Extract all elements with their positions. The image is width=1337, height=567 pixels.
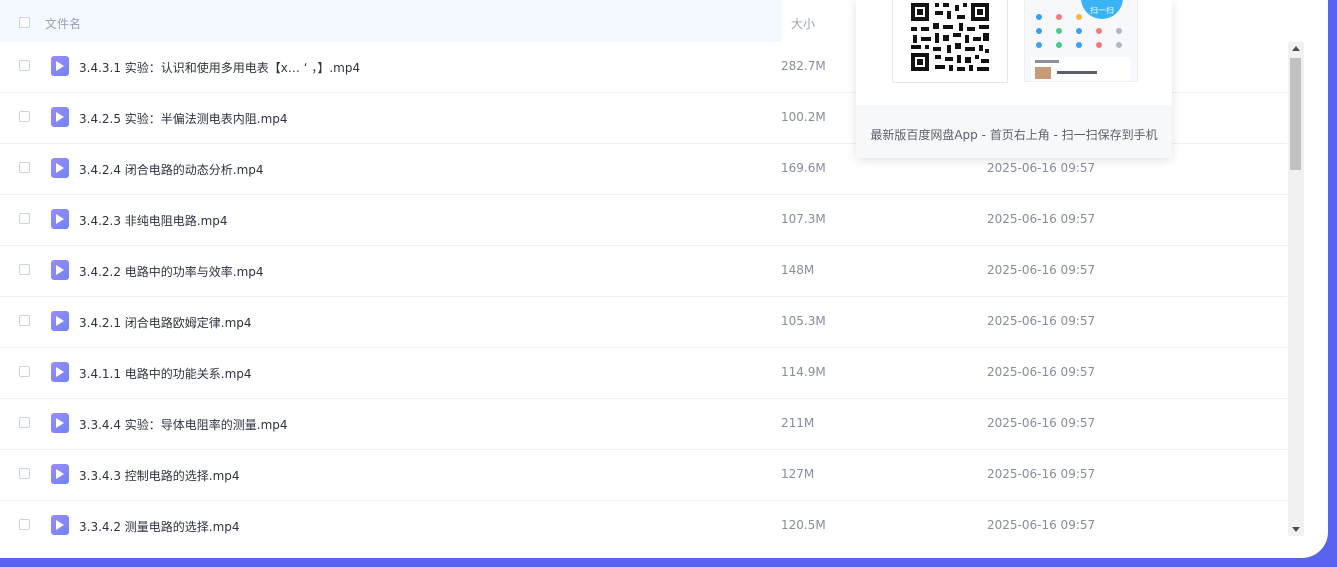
scrollbar-thumb[interactable] [1290, 58, 1301, 170]
select-all-checkbox[interactable] [19, 17, 30, 28]
video-file-icon [51, 56, 69, 76]
file-row[interactable]: 3.3.4.3 控制电路的选择.mp4 127M 2025-06-16 09:5… [0, 450, 1287, 501]
video-file-icon [51, 209, 69, 229]
file-size: 105.3M [781, 314, 826, 328]
file-date: 2025-06-16 09:57 [987, 365, 1096, 379]
popup-footer: 最新版百度网盘App - 首页右上角 - 扫一扫保存到手机 [856, 105, 1172, 158]
video-file-icon [51, 362, 69, 382]
file-date: 2025-06-16 09:57 [987, 467, 1096, 481]
file-name[interactable]: 3.4.3.1 实验：认识和使用多用电表【x… ‘ ，】.mp4 [79, 59, 360, 76]
file-row[interactable]: 3.4.2.3 非纯电阻电路.mp4 107.3M 2025-06-16 09:… [0, 195, 1287, 246]
file-row[interactable]: 3.3.4.2 测量电路的选择.mp4 120.5M 2025-06-16 09… [0, 501, 1287, 551]
scroll-down-arrow-icon[interactable] [1292, 527, 1300, 532]
file-name[interactable]: 3.4.2.2 电路中的功率与效率.mp4 [79, 263, 264, 280]
scroll-up-arrow-icon[interactable] [1292, 46, 1300, 51]
file-name[interactable]: 3.3.4.4 实验：导体电阻率的测量.mp4 [79, 416, 288, 433]
file-name[interactable]: 3.4.2.3 非纯电阻电路.mp4 [79, 212, 228, 229]
vertical-scrollbar[interactable] [1288, 42, 1304, 536]
row-checkbox[interactable] [19, 60, 30, 71]
file-size: 282.7M [781, 59, 826, 73]
file-size: 127M [781, 467, 815, 481]
file-name[interactable]: 3.4.2.1 闭合电路欧姆定律.mp4 [79, 314, 252, 331]
file-name[interactable]: 3.4.1.1 电路中的功能关系.mp4 [79, 365, 252, 382]
file-size: 169.6M [781, 161, 826, 175]
column-header-name[interactable]: 文件名 [45, 15, 81, 32]
file-row[interactable]: 3.3.4.4 实验：导体电阻率的测量.mp4 211M 2025-06-16 … [0, 399, 1287, 450]
file-size: 114.9M [781, 365, 826, 379]
video-file-icon [51, 515, 69, 535]
video-file-icon [51, 464, 69, 484]
app-preview-image: 扫一扫 [1024, 0, 1138, 82]
file-size: 100.2M [781, 110, 826, 124]
file-size: 120.5M [781, 518, 826, 532]
row-checkbox[interactable] [19, 315, 30, 326]
file-date: 2025-06-16 09:57 [987, 263, 1096, 277]
file-row[interactable]: 3.4.2.2 电路中的功率与效率.mp4 148M 2025-06-16 09… [0, 246, 1287, 297]
file-name[interactable]: 3.3.4.3 控制电路的选择.mp4 [79, 467, 240, 484]
file-date: 2025-06-16 09:57 [987, 416, 1096, 430]
qr-code [892, 0, 1008, 83]
file-size: 211M [781, 416, 815, 430]
file-size: 148M [781, 263, 815, 277]
row-checkbox[interactable] [19, 264, 30, 275]
file-list-panel: 文件名 大小 3.4.3.1 实验：认识和使用多用电表【x… ‘ ，】.mp4 … [0, 0, 1328, 558]
row-checkbox[interactable] [19, 162, 30, 173]
row-checkbox[interactable] [19, 417, 30, 428]
video-file-icon [51, 311, 69, 331]
row-checkbox[interactable] [19, 213, 30, 224]
popup-instruction-text: 最新版百度网盘App - 首页右上角 - 扫一扫保存到手机 [870, 128, 1158, 142]
file-name[interactable]: 3.4.2.5 实验：半偏法测电表内阻.mp4 [79, 110, 288, 127]
row-checkbox[interactable] [19, 468, 30, 479]
file-date: 2025-06-16 09:57 [987, 314, 1096, 328]
video-file-icon [51, 158, 69, 178]
video-file-icon [51, 260, 69, 280]
file-date: 2025-06-16 09:57 [987, 518, 1096, 532]
video-file-icon [51, 107, 69, 127]
file-row[interactable]: 3.4.2.1 闭合电路欧姆定律.mp4 105.3M 2025-06-16 0… [0, 297, 1287, 348]
column-header-size[interactable]: 大小 [791, 15, 815, 32]
file-date: 2025-06-16 09:57 [987, 212, 1096, 226]
file-list-header: 文件名 [0, 0, 782, 42]
row-checkbox[interactable] [19, 519, 30, 530]
video-file-icon [51, 413, 69, 433]
file-row[interactable]: 3.4.1.1 电路中的功能关系.mp4 114.9M 2025-06-16 0… [0, 348, 1287, 399]
row-checkbox[interactable] [19, 366, 30, 377]
file-name[interactable]: 3.3.4.2 测量电路的选择.mp4 [79, 518, 240, 535]
file-date: 2025-06-16 09:57 [987, 161, 1096, 175]
row-checkbox[interactable] [19, 111, 30, 122]
file-name[interactable]: 3.4.2.4 闭合电路的动态分析.mp4 [79, 161, 264, 178]
file-size: 107.3M [781, 212, 826, 226]
save-to-phone-popup: 扫一扫 最新版百度网盘App - 首页右上角 - 扫一扫保存到手机 [856, 0, 1172, 158]
